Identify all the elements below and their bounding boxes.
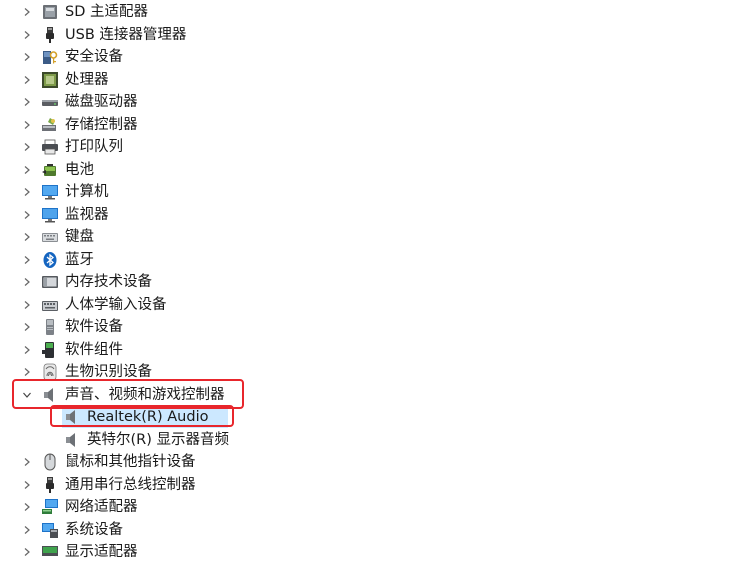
- security-device-icon: [40, 47, 60, 67]
- bluetooth-icon: [40, 250, 60, 270]
- tree-item-system-devices[interactable]: 系统设备: [20, 519, 123, 541]
- chevron-right-icon[interactable]: [20, 253, 34, 267]
- chevron-right-icon[interactable]: [20, 185, 34, 199]
- tree-item-label: 通用串行总线控制器: [65, 477, 196, 493]
- usb-controller-icon: [40, 475, 60, 495]
- tree-item-label: 鼠标和其他指针设备: [65, 454, 196, 470]
- tree-item-biometric-devices[interactable]: 生物识别设备: [20, 361, 152, 383]
- chevron-right-icon[interactable]: [20, 275, 34, 289]
- tree-child-realtek-audio[interactable]: Realtek(R) Audio: [62, 406, 228, 428]
- chevron-right-icon[interactable]: [20, 320, 34, 334]
- tree-item-label: 计算机: [65, 184, 109, 200]
- software-component-icon: [40, 340, 60, 360]
- tree-item-label: 软件设备: [65, 319, 123, 335]
- chevron-right-icon[interactable]: [20, 545, 34, 559]
- tree-item-disk-drives[interactable]: 磁盘驱动器: [20, 91, 138, 113]
- tree-item-label: Realtek(R) Audio: [87, 409, 209, 425]
- tree-item-security-devices[interactable]: 安全设备: [20, 46, 123, 68]
- memory-device-icon: [40, 272, 60, 292]
- chevron-right-icon[interactable]: [20, 230, 34, 244]
- mouse-icon: [40, 452, 60, 472]
- chevron-right-icon[interactable]: [20, 28, 34, 42]
- tree-item-label: 软件组件: [65, 342, 123, 358]
- keyboard-icon: [40, 227, 60, 247]
- chevron-right-icon[interactable]: [20, 523, 34, 537]
- tree-item-software-components[interactable]: 软件组件: [20, 339, 123, 361]
- chevron-right-icon[interactable]: [20, 343, 34, 357]
- tree-item-label: 电池: [65, 162, 94, 178]
- tree-item-label: USB 连接器管理器: [65, 27, 187, 43]
- tree-item-print-queues[interactable]: 打印队列: [20, 136, 123, 158]
- chevron-right-icon[interactable]: [20, 208, 34, 222]
- tree-item-label: 英特尔(R) 显示器音频: [87, 432, 229, 448]
- sd-host-adapter-icon: [40, 2, 60, 22]
- tree-item-usb-controllers[interactable]: 通用串行总线控制器: [20, 474, 196, 496]
- chevron-down-icon[interactable]: [20, 388, 34, 402]
- tree-child-intel-display-audio[interactable]: 英特尔(R) 显示器音频: [62, 429, 229, 451]
- tree-item-display-adapters[interactable]: 显示适配器: [20, 541, 138, 563]
- tree-item-label: 蓝牙: [65, 252, 94, 268]
- chevron-right-icon[interactable]: [20, 500, 34, 514]
- chevron-right-icon[interactable]: [20, 5, 34, 19]
- tree-item-computer[interactable]: 计算机: [20, 181, 109, 203]
- speaker-icon: [62, 407, 82, 427]
- tree-item-batteries[interactable]: 电池: [20, 159, 94, 181]
- tree-item-software-devices[interactable]: 软件设备: [20, 316, 123, 338]
- tree-item-monitors[interactable]: 监视器: [20, 204, 109, 226]
- speaker-icon: [62, 430, 82, 450]
- tree-item-label: 生物识别设备: [65, 364, 152, 380]
- tree-item-network-adapters[interactable]: 网络适配器: [20, 496, 138, 518]
- disk-drive-icon: [40, 92, 60, 112]
- tree-item-label: 内存技术设备: [65, 274, 152, 290]
- hid-icon: [40, 295, 60, 315]
- tree-item-label: 人体学输入设备: [65, 297, 167, 313]
- processor-icon: [40, 70, 60, 90]
- tree-item-memory-technology-devices[interactable]: 内存技术设备: [20, 271, 152, 293]
- chevron-right-icon[interactable]: [20, 365, 34, 379]
- battery-icon: [40, 160, 60, 180]
- chevron-right-icon[interactable]: [20, 140, 34, 154]
- tree-item-label: 显示适配器: [65, 544, 138, 560]
- tree-item-bluetooth[interactable]: 蓝牙: [20, 249, 94, 271]
- chevron-right-icon[interactable]: [20, 50, 34, 64]
- tree-item-label: SD 主适配器: [65, 4, 148, 20]
- tree-item-label: 系统设备: [65, 522, 123, 538]
- chevron-right-icon[interactable]: [20, 118, 34, 132]
- tree-item-label: 网络适配器: [65, 499, 138, 515]
- display-adapter-icon: [40, 542, 60, 562]
- usb-connector-icon: [40, 25, 60, 45]
- network-adapter-icon: [40, 497, 60, 517]
- tree-item-label: 处理器: [65, 72, 109, 88]
- tree-item-label: 监视器: [65, 207, 109, 223]
- chevron-right-icon[interactable]: [20, 298, 34, 312]
- tree-item-label: 键盘: [65, 229, 94, 245]
- device-tree: SD 主适配器 USB 连接器管理器 安全设备 处理器 磁盘驱动器 存储控制器 …: [0, 0, 754, 560]
- software-device-icon: [40, 317, 60, 337]
- tree-item-sound-video-game-controllers[interactable]: 声音、视频和游戏控制器: [20, 384, 225, 406]
- chevron-right-icon[interactable]: [20, 163, 34, 177]
- computer-icon: [40, 182, 60, 202]
- tree-item-label: 存储控制器: [65, 117, 138, 133]
- system-device-icon: [40, 520, 60, 540]
- tree-item-human-interface-devices[interactable]: 人体学输入设备: [20, 294, 167, 316]
- chevron-right-icon[interactable]: [20, 73, 34, 87]
- monitor-icon: [40, 205, 60, 225]
- tree-item-mice[interactable]: 鼠标和其他指针设备: [20, 451, 196, 473]
- tree-item-usb-connector-manager[interactable]: USB 连接器管理器: [20, 24, 186, 46]
- printer-icon: [40, 137, 60, 157]
- tree-item-storage-controllers[interactable]: 存储控制器: [20, 114, 138, 136]
- tree-item-label: 磁盘驱动器: [65, 94, 138, 110]
- tree-item-sd-host-adapter[interactable]: SD 主适配器: [20, 1, 148, 23]
- chevron-right-icon[interactable]: [20, 95, 34, 109]
- tree-item-processors[interactable]: 处理器: [20, 69, 109, 91]
- storage-controller-icon: [40, 115, 60, 135]
- tree-item-keyboards[interactable]: 键盘: [20, 226, 94, 248]
- tree-item-label: 打印队列: [65, 139, 123, 155]
- chevron-right-icon[interactable]: [20, 455, 34, 469]
- biometric-icon: [40, 362, 60, 382]
- tree-item-label: 安全设备: [65, 49, 123, 65]
- speaker-icon: [40, 385, 60, 405]
- tree-item-label: 声音、视频和游戏控制器: [65, 387, 225, 403]
- chevron-right-icon[interactable]: [20, 478, 34, 492]
